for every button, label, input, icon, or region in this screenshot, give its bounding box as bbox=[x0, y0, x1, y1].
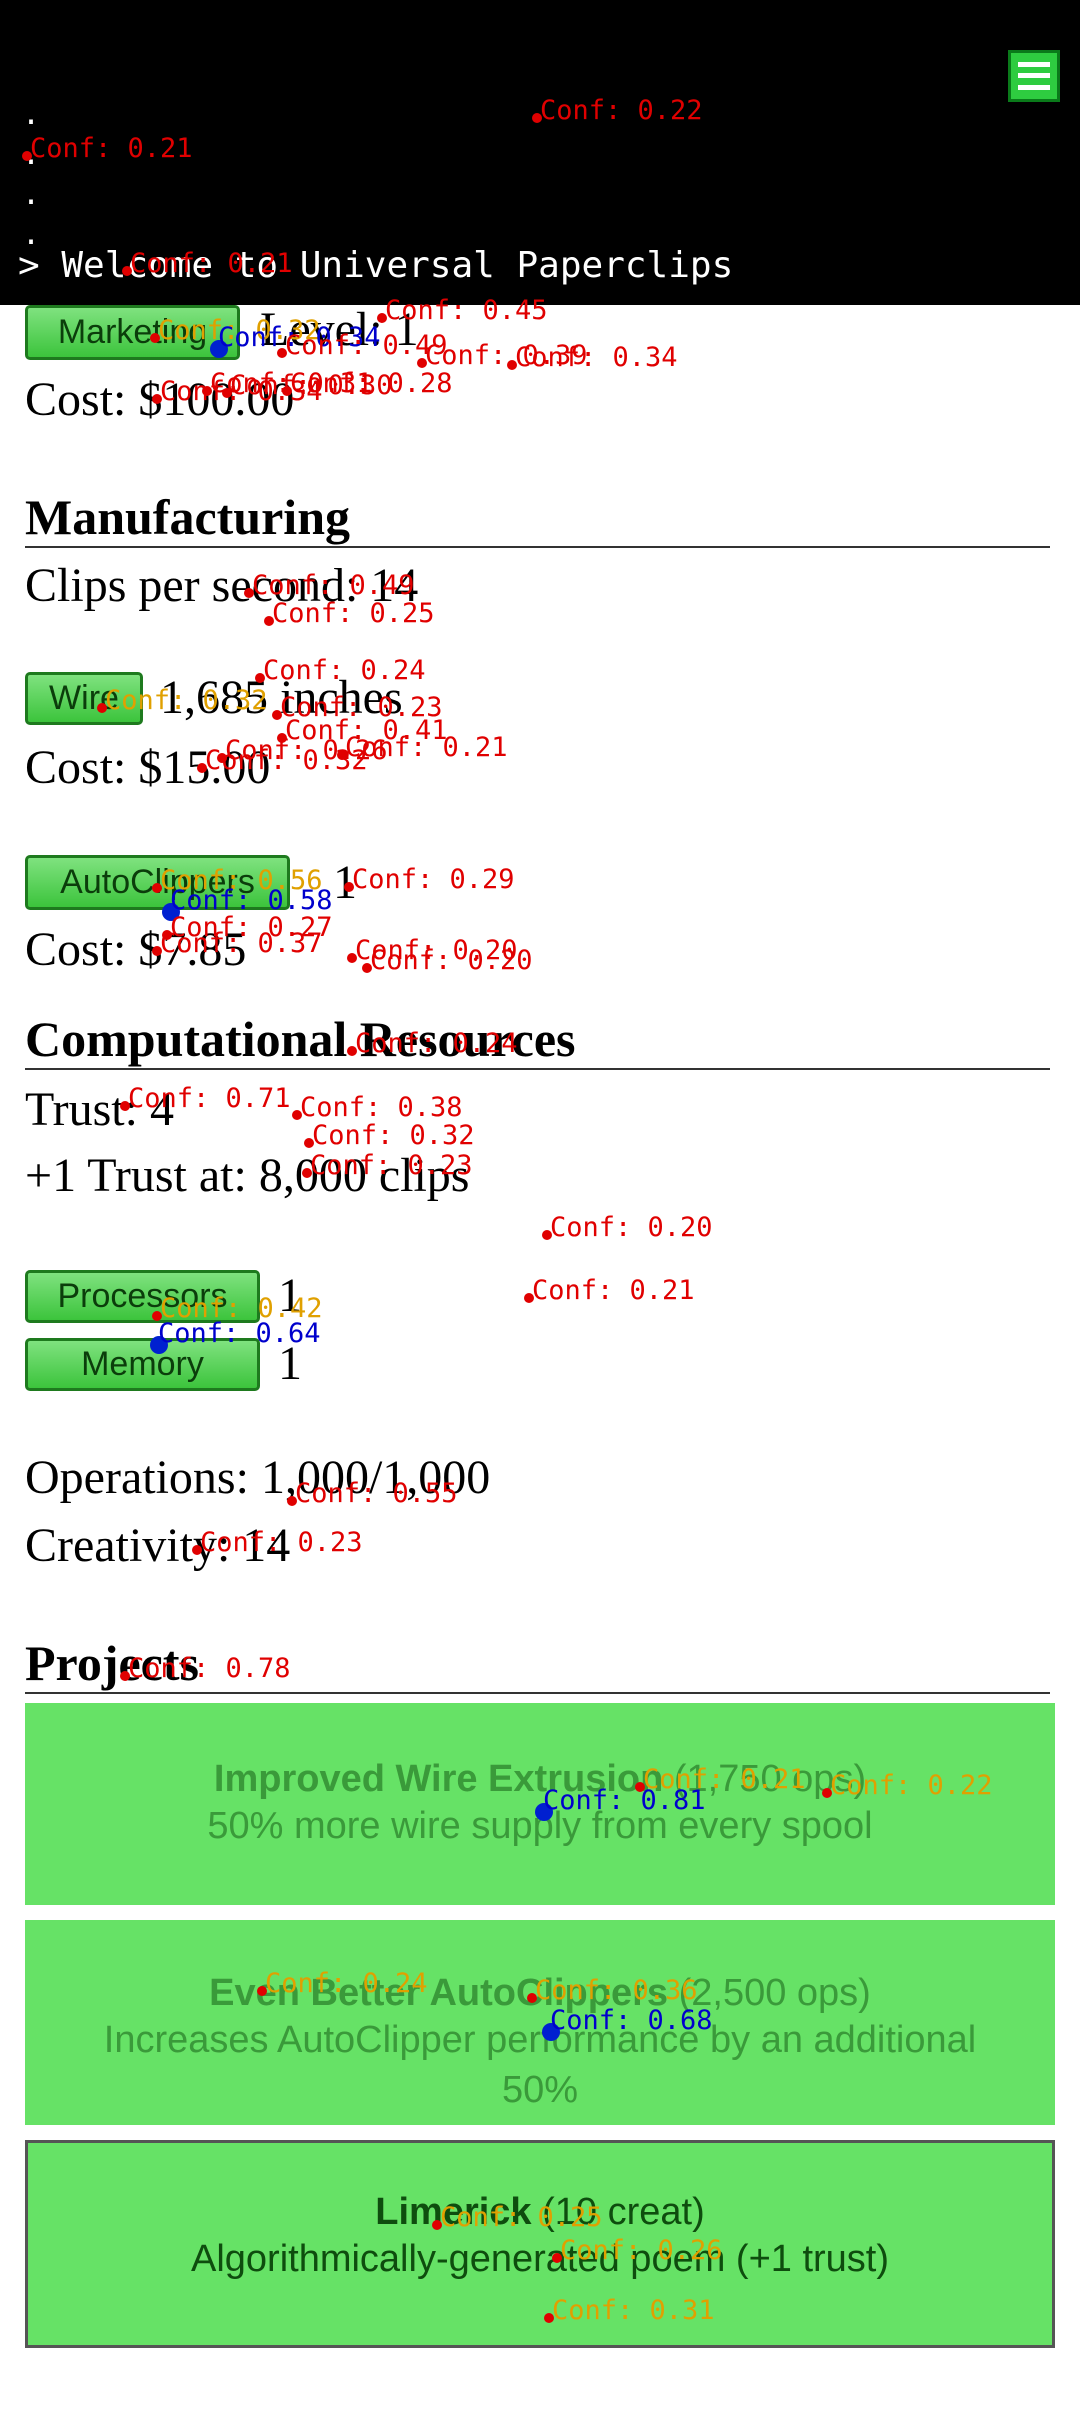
confidence-label: Conf: 0.25 bbox=[440, 2202, 603, 2233]
console-dot: . bbox=[22, 97, 41, 132]
confidence-label: Conf: 0.24 bbox=[265, 1968, 428, 1999]
confidence-label: Conf: 0.21 bbox=[130, 248, 293, 279]
manufacturing-title: Manufacturing bbox=[25, 488, 1050, 548]
confidence-label: Conf: 0.36 bbox=[535, 1975, 698, 2006]
confidence-label: Conf: 0.38 bbox=[300, 1092, 463, 1123]
confidence-label: Conf: 0.64 bbox=[158, 1318, 321, 1349]
confidence-label: Conf: 0.20 bbox=[550, 1212, 713, 1243]
project-card[interactable]: Limerick (10 creat) Algorithmically-gene… bbox=[25, 2140, 1055, 2348]
confidence-label: Conf: 0.81 bbox=[543, 1785, 706, 1816]
confidence-label: Conf: 0.78 bbox=[128, 1653, 291, 1684]
confidence-label: Conf: 0.31 bbox=[552, 2295, 715, 2326]
confidence-label: Conf: 0.34 bbox=[515, 342, 678, 373]
confidence-label: Conf: 0.71 bbox=[128, 1083, 291, 1114]
confidence-label: Conf: 0.49 bbox=[252, 570, 415, 601]
project-description: Algorithmically-generated poem (+1 trust… bbox=[190, 2238, 890, 2280]
computational-resources-title: Computational Resources bbox=[25, 1010, 1050, 1070]
project-card[interactable]: Even Better AutoClippers (2,500 ops) Inc… bbox=[25, 1920, 1055, 2125]
confidence-label: Conf: 0.32 bbox=[105, 685, 268, 716]
confidence-label: Conf: 0.21 bbox=[30, 133, 193, 164]
confidence-label: Conf: 0.49 bbox=[285, 330, 448, 361]
confidence-label: Conf: 0.45 bbox=[385, 295, 548, 326]
confidence-label: Conf: 0.34 bbox=[160, 376, 323, 407]
confidence-label: Conf: 0.25 bbox=[272, 598, 435, 629]
confidence-label: Conf: 0.20 bbox=[370, 945, 533, 976]
confidence-label: Conf: 0.32 bbox=[312, 1120, 475, 1151]
confidence-label: Conf: 0.21 bbox=[345, 732, 508, 763]
confidence-label: Conf: 0.26 bbox=[560, 2235, 723, 2266]
project-description: Increases AutoClipper performance by an … bbox=[103, 2019, 977, 2111]
confidence-label: Conf: 0.24 bbox=[355, 1028, 518, 1059]
confidence-label: Conf: 0.23 bbox=[310, 1150, 473, 1181]
confidence-label: Conf: 0.23 bbox=[200, 1527, 363, 1558]
confidence-label: Conf: 0.22 bbox=[830, 1770, 993, 1801]
confidence-label: Conf: 0.21 bbox=[532, 1275, 695, 1306]
confidence-label: Conf: 0.32 bbox=[205, 745, 368, 776]
confidence-label: Conf: 0.55 bbox=[295, 1478, 458, 1509]
confidence-label: Conf: 0.68 bbox=[550, 2005, 713, 2036]
menu-icon[interactable] bbox=[1008, 50, 1060, 102]
confidence-label: Conf: 0.24 bbox=[263, 655, 426, 686]
confidence-label: Conf: 0.37 bbox=[160, 928, 323, 959]
console-dot: . bbox=[22, 177, 41, 212]
confidence-label: Conf: 0.22 bbox=[540, 95, 703, 126]
confidence-label: Conf: 0.29 bbox=[352, 864, 515, 895]
